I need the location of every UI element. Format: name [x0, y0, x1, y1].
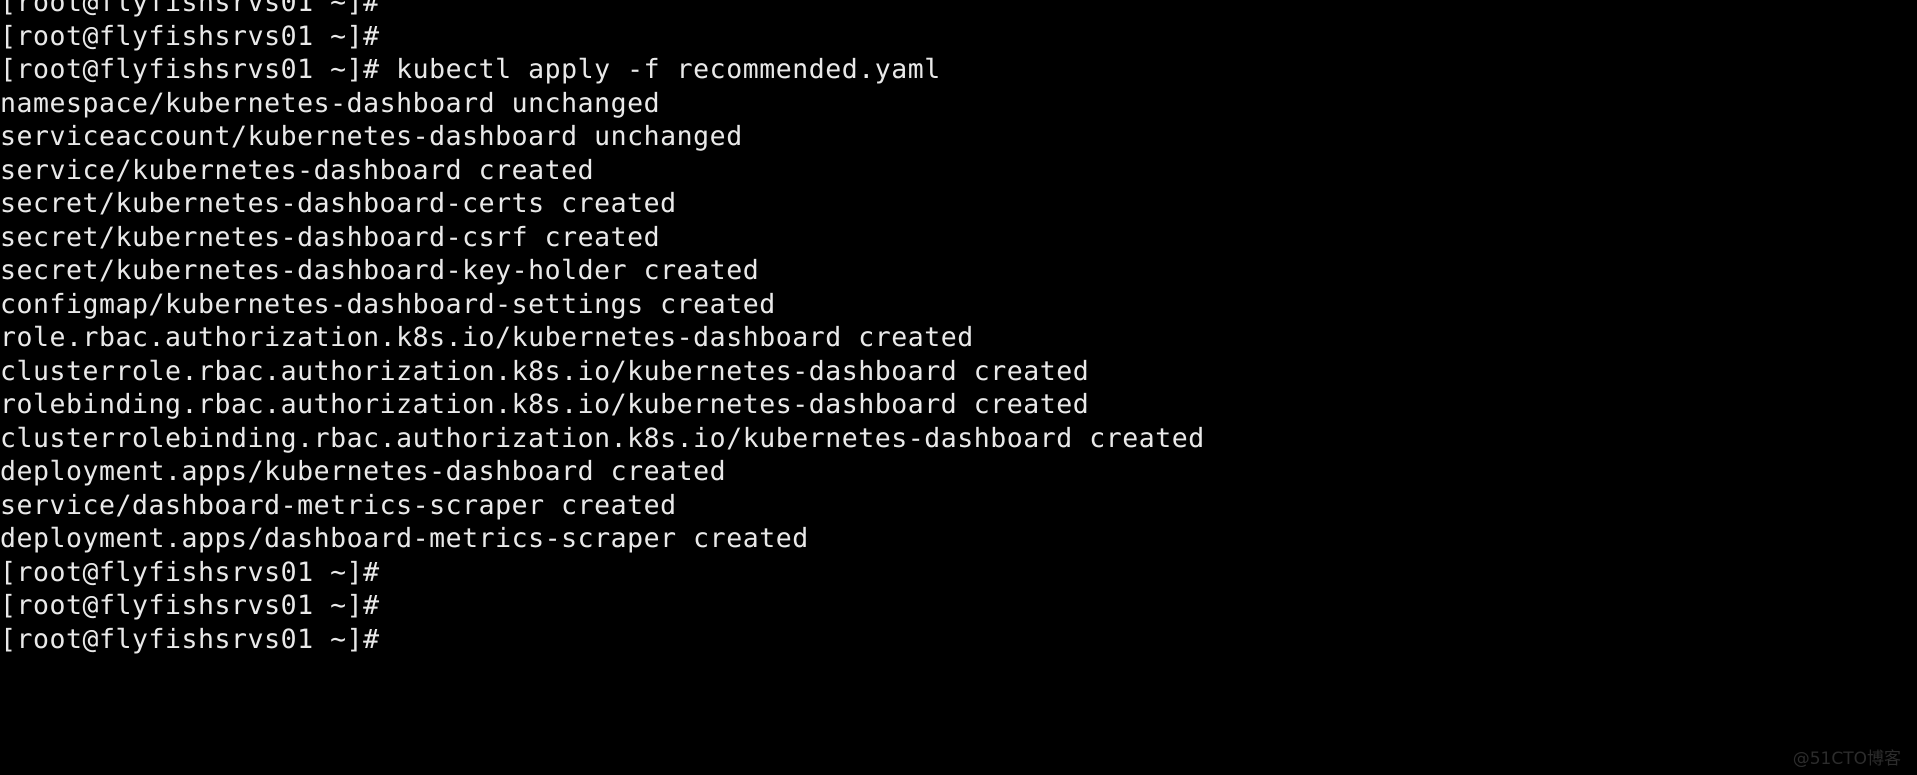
terminal-line: serviceaccount/kubernetes-dashboard unch… — [0, 121, 743, 152]
terminal-line: secret/kubernetes-dashboard-certs create… — [0, 188, 677, 219]
terminal-line: [root@flyfishsrvs01 ~]# — [0, 623, 380, 655]
terminal-line: namespace/kubernetes-dashboard unchanged — [0, 87, 661, 119]
terminal-line: secret/kubernetes-dashboard-key-holder c… — [0, 255, 760, 286]
terminal-line: service/kubernetes-dashboard created — [0, 154, 595, 186]
terminal-output: [root@flyfishsrvs01 ~]# [root@flyfishsrvs… — [0, 0, 1917, 656]
terminal-line: [root@flyfishsrvs01 ~]# — [0, 590, 380, 621]
terminal-line: role.rbac.authorization.k8s.io/kubernete… — [0, 322, 974, 353]
terminal-line: deployment.apps/kubernetes-dashboard cre… — [0, 456, 727, 487]
terminal-line: [root@flyfishsrvs01 ~]# — [0, 556, 380, 588]
terminal-line: deployment.apps/dashboard-metrics-scrape… — [0, 523, 809, 554]
terminal-screen[interactable]: [root@flyfishsrvs01 ~]# [root@flyfishsrvs… — [0, 0, 1917, 775]
terminal-line: [root@flyfishsrvs01 ~]# kubectl apply -f… — [0, 54, 941, 85]
terminal-line: clusterrolebinding.rbac.authorization.k8… — [0, 422, 1205, 454]
terminal-line: configmap/kubernetes-dashboard-settings … — [0, 288, 776, 320]
terminal-line: [root@flyfishsrvs01 ~]# — [0, 0, 380, 18]
terminal-line: clusterrole.rbac.authorization.k8s.io/ku… — [0, 355, 1090, 387]
terminal-line: service/dashboard-metrics-scraper create… — [0, 489, 677, 521]
terminal-line: [root@flyfishsrvs01 ~]# — [0, 20, 380, 52]
terminal-line: rolebinding.rbac.authorization.k8s.io/ku… — [0, 389, 1090, 420]
watermark-label: @51CTO博客 — [1792, 749, 1901, 769]
terminal-line: secret/kubernetes-dashboard-csrf created — [0, 221, 661, 253]
